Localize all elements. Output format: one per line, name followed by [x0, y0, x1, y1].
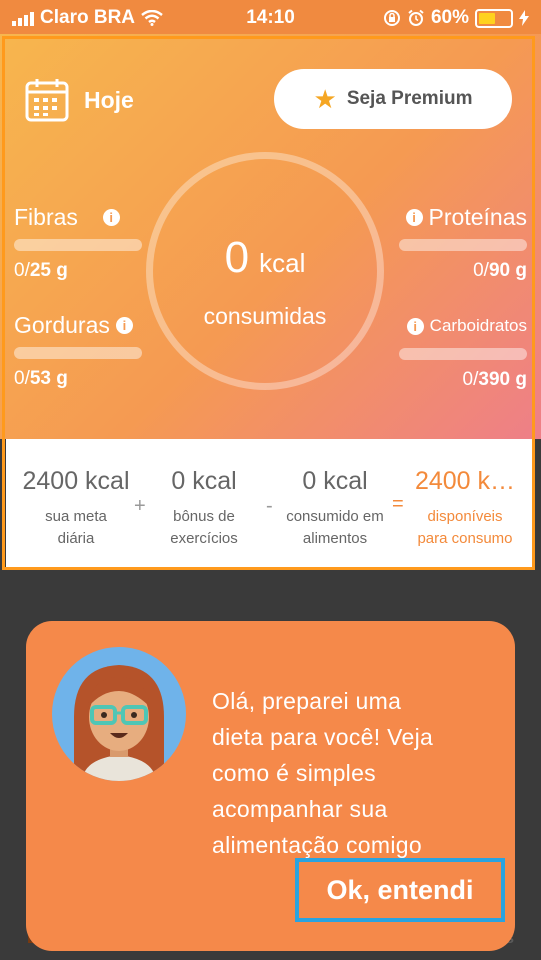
- battery-icon: [475, 8, 513, 28]
- macro-fibras: Fibras i 0/25 g: [14, 204, 142, 282]
- coach-dialog: Olá, preparei uma dieta para você! Veja …: [26, 621, 515, 951]
- coach-message-line: Olá, preparei uma: [212, 688, 402, 714]
- ok-button[interactable]: Ok, entendi: [295, 858, 505, 922]
- macro-proteinas-current: 0/: [473, 260, 489, 281]
- macro-carboidratos-current: 0/: [462, 369, 479, 390]
- macro-fibras-current: 0/: [14, 260, 30, 281]
- macro-fibras-goal: 25 g: [29, 260, 68, 281]
- available-label-1: disponíveis: [427, 508, 503, 525]
- consumed-label-1: consumido em: [286, 508, 384, 525]
- premium-button[interactable]: ★ Seja Premium: [274, 69, 512, 129]
- consumed-label-2: alimentos: [302, 530, 368, 547]
- calorie-equation: 2400 kcal sua meta diária + 0 kcal bônus …: [6, 439, 533, 567]
- calories-ring: 0 kcal consumidas: [146, 152, 384, 390]
- bonus-value: 0 kcal: [171, 467, 237, 495]
- calories-value: 0: [224, 233, 250, 282]
- macro-proteinas-goal: 90 g: [488, 260, 527, 281]
- info-icon[interactable]: i: [102, 209, 120, 226]
- macro-carboidratos-goal: 390 g: [478, 369, 527, 390]
- macro-gorduras-current: 0/: [14, 368, 30, 389]
- equals-sign: =: [392, 493, 404, 515]
- date-label: Hoje: [84, 86, 134, 113]
- coach-message-line: dieta para você! Veja: [212, 724, 434, 750]
- macro-fibras-name: Fibras: [14, 204, 78, 230]
- coach-message-line: como é simples: [212, 760, 376, 786]
- goal-label-1: sua meta: [45, 508, 107, 525]
- info-icon[interactable]: i: [406, 317, 424, 335]
- coach-avatar: [52, 647, 186, 781]
- bonus-label-1: bônus de: [173, 508, 235, 525]
- consumed-column: 0 kcal consumido em alimentos: [276, 467, 394, 550]
- info-icon[interactable]: i: [115, 317, 133, 334]
- macro-proteinas-name: Proteínas: [428, 204, 527, 230]
- consumed-value: 0 kcal: [302, 467, 368, 495]
- info-icon[interactable]: i: [405, 209, 423, 226]
- bonus-label-2: exercícios: [170, 530, 238, 547]
- battery-percent: 60%: [430, 7, 469, 28]
- macro-gorduras-goal: 53 g: [29, 368, 68, 389]
- minus-sign: -: [266, 495, 273, 517]
- available-column: 2400 k… disponíveis para consumo: [404, 467, 526, 550]
- goal-column: 2400 kcal sua meta diária: [16, 467, 136, 550]
- macro-proteinas: i Proteínas 0/90 g: [399, 204, 527, 282]
- goal-value: 2400 kcal: [22, 467, 130, 495]
- premium-label: Seja Premium: [346, 88, 473, 109]
- macro-carboidratos-name: Carboidratos: [429, 316, 527, 335]
- coach-message: Olá, preparei uma dieta para você! Veja …: [212, 683, 502, 863]
- macro-gorduras: Gorduras i 0/53 g: [14, 312, 142, 390]
- calories-caption: consumidas: [203, 303, 327, 329]
- coach-message-line: acompanhar sua: [212, 796, 388, 822]
- daily-summary-header: Hoje ★ Seja Premium 0 kcal consumidas Fib…: [0, 34, 541, 439]
- macro-carboidratos: i Carboidratos 0/390 g: [399, 316, 527, 391]
- macro-carboidratos-bar: [399, 348, 527, 360]
- plus-sign: +: [134, 495, 146, 517]
- status-bar: Claro BRA 14:10 60%: [0, 0, 541, 34]
- charging-icon: [519, 10, 529, 26]
- alarm-icon: [408, 9, 424, 26]
- macro-fibras-bar: [14, 239, 142, 251]
- goal-label-2: diária: [57, 530, 95, 547]
- macro-gorduras-bar: [14, 347, 142, 359]
- available-label-2: para consumo: [417, 530, 513, 547]
- calendar-icon: [25, 79, 69, 122]
- calories-unit: kcal: [259, 248, 306, 278]
- bonus-column: 0 kcal bônus de exercícios: [154, 467, 254, 550]
- macro-proteinas-bar: [399, 239, 527, 251]
- available-value: 2400 k…: [414, 467, 516, 495]
- rotation-lock-icon: [383, 10, 400, 26]
- star-icon: ★: [313, 84, 337, 114]
- date-selector[interactable]: Hoje: [24, 77, 134, 123]
- coach-message-line: alimentação comigo: [212, 832, 422, 858]
- macro-gorduras-name: Gorduras: [14, 312, 110, 338]
